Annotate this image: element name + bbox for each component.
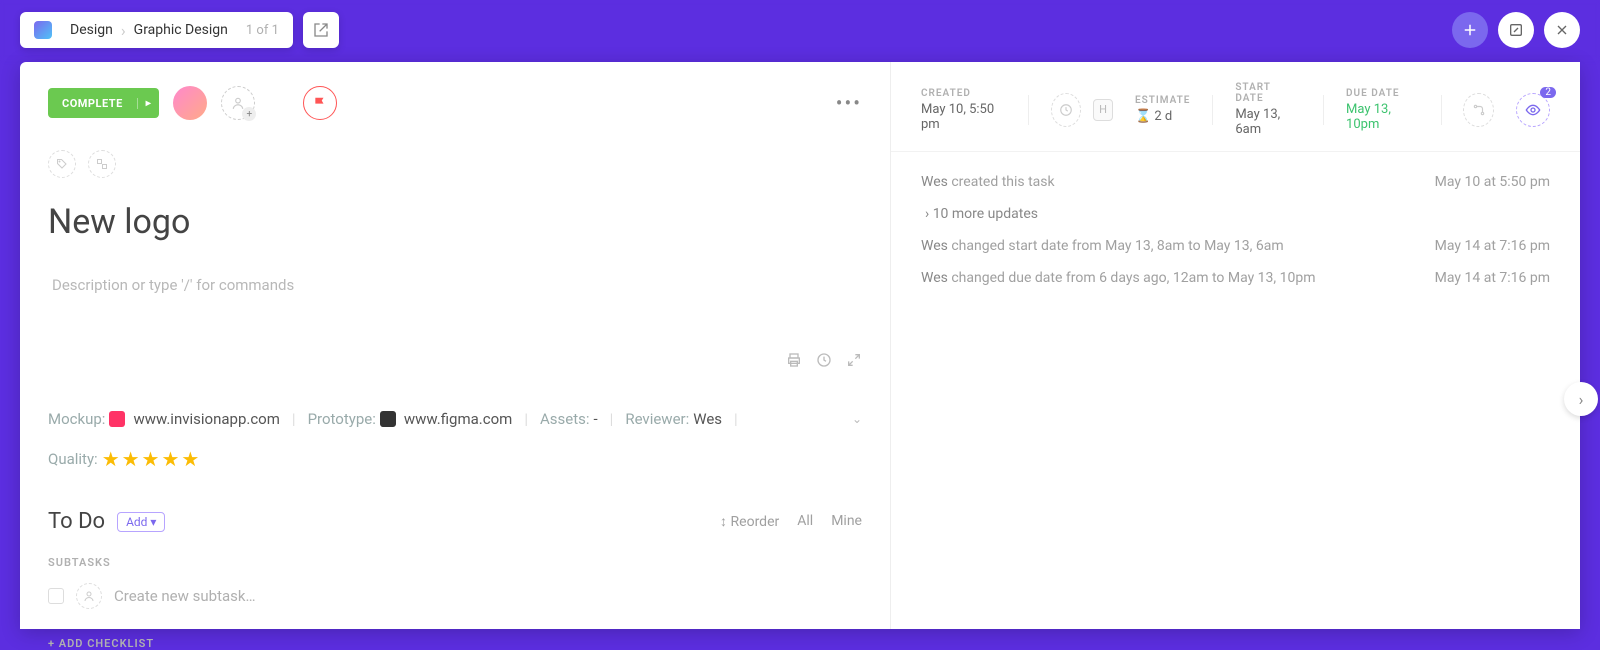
new-subtask-input[interactable]: Create new subtask… (114, 587, 256, 605)
complete-dropdown-icon[interactable]: ▸ (137, 98, 160, 109)
breadcrumb-current[interactable]: Graphic Design (126, 22, 236, 38)
expand-icon[interactable] (846, 352, 862, 368)
git-button[interactable] (1463, 93, 1494, 127)
reviewer-label: Reviewer: (625, 405, 689, 433)
filter-mine[interactable]: Mine (831, 513, 862, 530)
start-date-label: START DATE (1235, 82, 1301, 104)
complete-button[interactable]: COMPLETE ▸ (48, 88, 159, 118)
add-checklist-button[interactable]: + ADD CHECKLIST (48, 637, 862, 650)
activity-row: Wes changed due date from 6 days ago, 12… (921, 262, 1550, 294)
subtask-checkbox[interactable] (48, 588, 64, 604)
watchers-count: 2 (1540, 87, 1556, 98)
close-button[interactable] (1544, 12, 1580, 48)
activity-time: May 14 at 7:16 pm (1435, 238, 1550, 254)
next-task-button[interactable]: › (1564, 382, 1598, 416)
todo-title: To Do (48, 509, 105, 534)
prototype-value[interactable]: www.figma.com (404, 405, 512, 433)
activity-row: Wes changed start date from May 13, 8am … (921, 230, 1550, 262)
breadcrumb[interactable]: Design › Graphic Design 1 of 1 (20, 12, 293, 48)
add-tag-button[interactable] (48, 150, 76, 178)
subtasks-label: SUBTASKS (48, 556, 862, 569)
assignee-avatar[interactable] (173, 86, 207, 120)
activity-feed: Wes created this task May 10 at 5:50 pm … (891, 152, 1580, 308)
app-logo-icon (34, 21, 52, 39)
add-todo-button[interactable]: Add ▾ (117, 512, 165, 532)
add-dependency-button[interactable] (88, 150, 116, 178)
priority-flag-icon[interactable] (303, 86, 337, 120)
fields-collapse-icon[interactable]: ⌄ (852, 405, 862, 433)
print-icon[interactable] (786, 352, 802, 368)
assets-value[interactable]: - (594, 405, 598, 433)
watchers-button[interactable] (1516, 93, 1550, 127)
quality-label: Quality: (48, 445, 98, 473)
breadcrumb-position: 1 of 1 (246, 23, 279, 38)
time-tracked-button[interactable] (1051, 93, 1082, 127)
minimize-button[interactable] (1498, 12, 1534, 48)
created-label: CREATED (921, 88, 1006, 99)
due-date-value[interactable]: May 13, 10pm (1346, 102, 1419, 132)
reorder-button[interactable]: ↕ Reorder (720, 513, 779, 530)
mockup-value[interactable]: www.invisionapp.com (133, 405, 279, 433)
hours-badge: H (1093, 99, 1113, 121)
more-options-icon[interactable]: ••• (836, 91, 862, 115)
add-assignee-button[interactable] (221, 86, 255, 120)
invision-icon (109, 411, 125, 427)
breadcrumb-root[interactable]: Design (62, 22, 121, 38)
start-date-value[interactable]: May 13, 6am (1235, 107, 1301, 137)
assets-label: Assets: (540, 405, 590, 433)
subtask-assignee-button[interactable] (76, 583, 102, 609)
reviewer-value[interactable]: Wes (693, 405, 722, 433)
estimate-value[interactable]: ⌛ 2 d (1135, 109, 1190, 124)
description-input[interactable]: Description or type '/' for commands (52, 276, 862, 294)
figma-icon (380, 411, 396, 427)
due-date-label: DUE DATE (1346, 88, 1419, 99)
created-value: May 10, 5:50 pm (921, 102, 1006, 132)
activity-row: Wes created this task May 10 at 5:50 pm (921, 166, 1550, 198)
open-in-new-icon[interactable] (303, 12, 339, 48)
add-button[interactable] (1452, 12, 1488, 48)
estimate-label: ESTIMATE (1135, 95, 1190, 106)
complete-label: COMPLETE (48, 97, 137, 110)
mockup-label: Mockup: (48, 405, 105, 433)
prototype-label: Prototype: (308, 405, 376, 433)
custom-fields: Mockup: www.invisionapp.com | Prototype:… (48, 404, 862, 473)
task-title[interactable]: New logo (48, 202, 862, 242)
activity-time: May 10 at 5:50 pm (1435, 174, 1550, 190)
activity-time: May 14 at 7:16 pm (1435, 270, 1550, 286)
history-icon[interactable] (816, 352, 832, 368)
show-more-updates[interactable]: › 10 more updates (921, 198, 1550, 230)
filter-all[interactable]: All (797, 513, 813, 530)
quality-stars[interactable]: ★★★★★ (102, 445, 202, 473)
